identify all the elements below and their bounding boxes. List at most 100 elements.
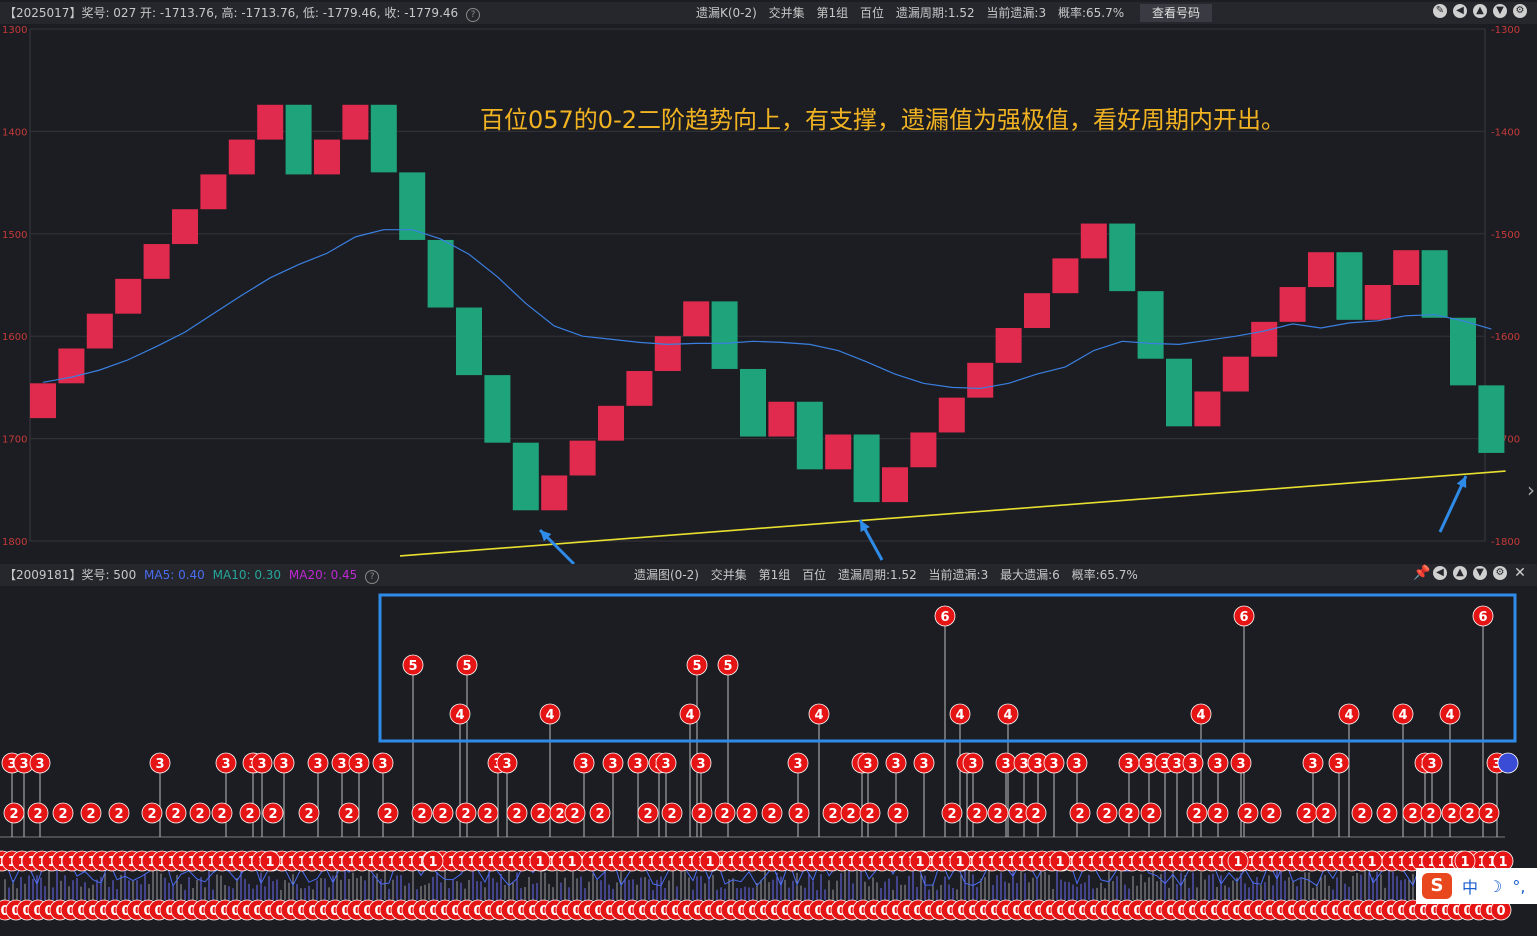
current-marker [1497, 752, 1519, 774]
settings-icon[interactable]: ⚙ [1513, 4, 1527, 18]
candle [427, 239, 454, 308]
omission-bubble-2-label: 2 [1031, 807, 1040, 822]
omission-bubble-2-label: 2 [1266, 807, 1275, 822]
omission-bubble-2-label: 2 [114, 807, 123, 822]
omission-bubble-4-label: 4 [955, 708, 964, 723]
omission-bubble-3-label: 3 [19, 757, 28, 772]
omission-bubble-3-label: 3 [279, 757, 288, 772]
view-numbers-button[interactable]: 查看号码 [1139, 4, 1212, 22]
omission-bubble-1-label: 1 [955, 855, 964, 870]
help-icon[interactable]: ? [365, 570, 380, 584]
omission-bubble-2-label: 2 [147, 807, 156, 822]
omission-bubble-1-label: 1 [1233, 855, 1242, 870]
punctuation-icon[interactable]: °, [1512, 877, 1525, 896]
kline-toolbar: 【2025017】奖号: 027 开: -1713.76, 高: -1713.7… [0, 2, 1537, 24]
candle [456, 307, 482, 376]
omission-bubble-3-label: 3 [1236, 757, 1245, 772]
omission-bubble-2-label: 2 [1014, 807, 1023, 822]
y-tick-label-left: 1700 [2, 435, 27, 446]
ime-toolbar[interactable]: S 中 ☽ °, [1416, 868, 1537, 904]
candle [1109, 223, 1136, 292]
omission-bubble-2-label: 2 [483, 807, 492, 822]
omission-bubble-2-label: 2 [1075, 807, 1084, 822]
candle [541, 475, 568, 511]
omission-bubble-3-label: 3 [1072, 757, 1081, 772]
omission-bubble-0-label: 0 [1496, 904, 1505, 919]
omission-bubble-2-label: 2 [865, 807, 874, 822]
omission-bubble-4-label: 4 [545, 708, 554, 723]
pin-icon[interactable]: 📌 [1413, 566, 1430, 580]
omission-bubble-3-label: 3 [1213, 757, 1222, 772]
omission-bubble-2-label: 2 [1243, 807, 1252, 822]
omission-info: 【2009181】奖号: 500 MA5: 0.40 MA10: 0.30 MA… [4, 564, 380, 586]
omission-bubble-4-label: 4 [685, 708, 694, 723]
back-icon[interactable]: ◀ [1453, 4, 1467, 18]
omission-bubble-6-label: 6 [940, 610, 949, 625]
edit-icon[interactable]: ✎ [1433, 4, 1447, 18]
candle [370, 104, 397, 173]
omission-bubble-2-label: 2 [9, 807, 18, 822]
ime-mode[interactable]: 中 [1462, 874, 1478, 898]
y-tick-label-left: 1500 [2, 230, 27, 241]
back-icon[interactable]: ◀ [1433, 566, 1447, 580]
omission-bubble-5-label: 5 [692, 659, 701, 674]
arrow-up-icon[interactable]: ▲ [1453, 566, 1467, 580]
chevron-right-icon[interactable]: › [1527, 478, 1535, 502]
candle [86, 313, 113, 349]
omission-bubble-2-label: 2 [1213, 807, 1222, 822]
candle [654, 336, 681, 372]
candle [1052, 258, 1079, 294]
omission-bubble-2-label: 2 [697, 807, 706, 822]
omission-window-controls: 📌 ◀ ▲ ▼ ⚙ ✕ [1413, 566, 1527, 580]
arrow-down-icon[interactable]: ▼ [1473, 566, 1487, 580]
omission-bubble-1-label: 1 [1367, 855, 1376, 870]
omission-bubble-3-label: 3 [221, 757, 230, 772]
omission-bubble-3-label: 3 [1427, 757, 1436, 772]
settings-icon[interactable]: ⚙ [1493, 566, 1507, 580]
candle [995, 328, 1022, 363]
omission-bubble-2-label: 2 [1382, 807, 1391, 822]
y-tick-label-right: -1300 [1491, 25, 1520, 36]
arrow-up-icon[interactable]: ▲ [1473, 4, 1487, 18]
candle [882, 467, 908, 503]
omission-bubble-4-label: 4 [1196, 708, 1205, 723]
candle [1279, 287, 1306, 322]
omission-bubble-3-label: 3 [1019, 757, 1028, 772]
omission-cycle: 遗漏周期:1.52 [837, 568, 917, 582]
omission-bubble-2-label: 2 [767, 807, 776, 822]
omission-bubble-3-label: 3 [919, 757, 928, 772]
y-tick-label-left: 1300 [2, 25, 27, 36]
candle [228, 139, 255, 175]
omission-bubble-3-label: 3 [1144, 757, 1153, 772]
candle [1308, 252, 1334, 288]
omission-bubble-2-label: 2 [171, 807, 180, 822]
close-icon[interactable]: ✕ [1513, 566, 1527, 580]
help-icon[interactable]: ? [465, 8, 480, 22]
candle [910, 432, 937, 468]
candle [1478, 385, 1505, 453]
omission-bubble-2-label: 2 [512, 807, 521, 822]
y-tick-label-left: 1800 [2, 537, 27, 548]
candle [569, 440, 596, 476]
omission-bubble-2-label: 2 [993, 807, 1002, 822]
omission-bubble-2-label: 2 [828, 807, 837, 822]
omission-bubble-5-label: 5 [408, 659, 417, 674]
omission-bubble-2-label: 2 [972, 807, 981, 822]
omission-bubble-4-label: 4 [814, 708, 823, 723]
omission-bubble-5-label: 5 [462, 659, 471, 674]
omission-bubble-2-label: 2 [383, 807, 392, 822]
omission-bubble-2-label: 2 [1357, 807, 1366, 822]
omission-bubble-3-label: 3 [378, 757, 387, 772]
arrow-down-icon[interactable]: ▼ [1493, 4, 1507, 18]
kline-group: 第1组 [816, 6, 849, 20]
omission-bubble-3-label: 3 [1033, 757, 1042, 772]
moon-icon[interactable]: ☽ [1488, 877, 1502, 896]
candle [285, 104, 312, 175]
candle [30, 383, 56, 419]
candle [200, 174, 227, 210]
omission-bubble-3-label: 3 [1049, 757, 1058, 772]
omission-bubble-3-label: 3 [579, 757, 588, 772]
omission-bubble-2-label: 2 [245, 807, 254, 822]
kline-current: 当前遗漏:3 [986, 6, 1047, 20]
candle [825, 434, 852, 470]
